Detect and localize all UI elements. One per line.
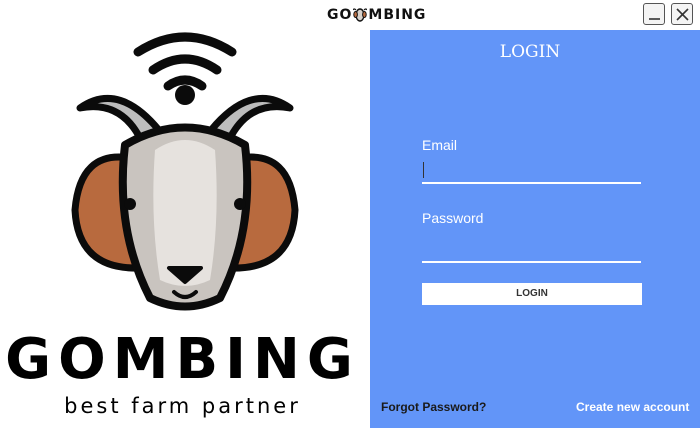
email-label: Email — [422, 137, 458, 153]
brand-tagline: best farm partner — [64, 394, 301, 418]
close-button[interactable] — [671, 3, 693, 25]
app-title-part-2: MBING — [368, 7, 427, 23]
title-bar: GO MBING — [0, 0, 700, 30]
password-field[interactable] — [422, 239, 641, 263]
login-panel: LOGIN Email Password LOGIN Forgot Passwo… — [370, 30, 700, 428]
minimize-icon — [649, 18, 660, 20]
text-caret — [423, 162, 424, 178]
email-field[interactable] — [422, 160, 641, 184]
app-title: GO MBING — [327, 6, 426, 24]
login-title: LOGIN — [499, 42, 561, 62]
login-button[interactable]: LOGIN — [422, 283, 642, 305]
create-account-link[interactable]: Create new account — [576, 400, 689, 414]
forgot-password-link[interactable]: Forgot Password? — [381, 400, 486, 414]
branding-panel: GOMBING best farm partner — [0, 30, 370, 428]
close-icon — [676, 8, 689, 21]
goat-head-icon — [352, 7, 368, 23]
app-title-part-1: GO — [327, 7, 353, 23]
minimize-button[interactable] — [643, 3, 665, 25]
brand-name: GOMBING — [5, 327, 360, 392]
password-label: Password — [422, 210, 484, 226]
goat-wifi-logo — [71, 32, 299, 311]
